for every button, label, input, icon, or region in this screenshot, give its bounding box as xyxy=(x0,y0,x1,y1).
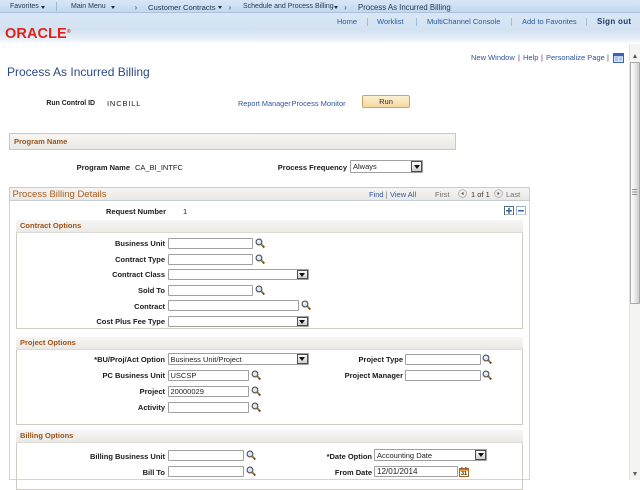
svg-text:31: 31 xyxy=(461,471,467,477)
